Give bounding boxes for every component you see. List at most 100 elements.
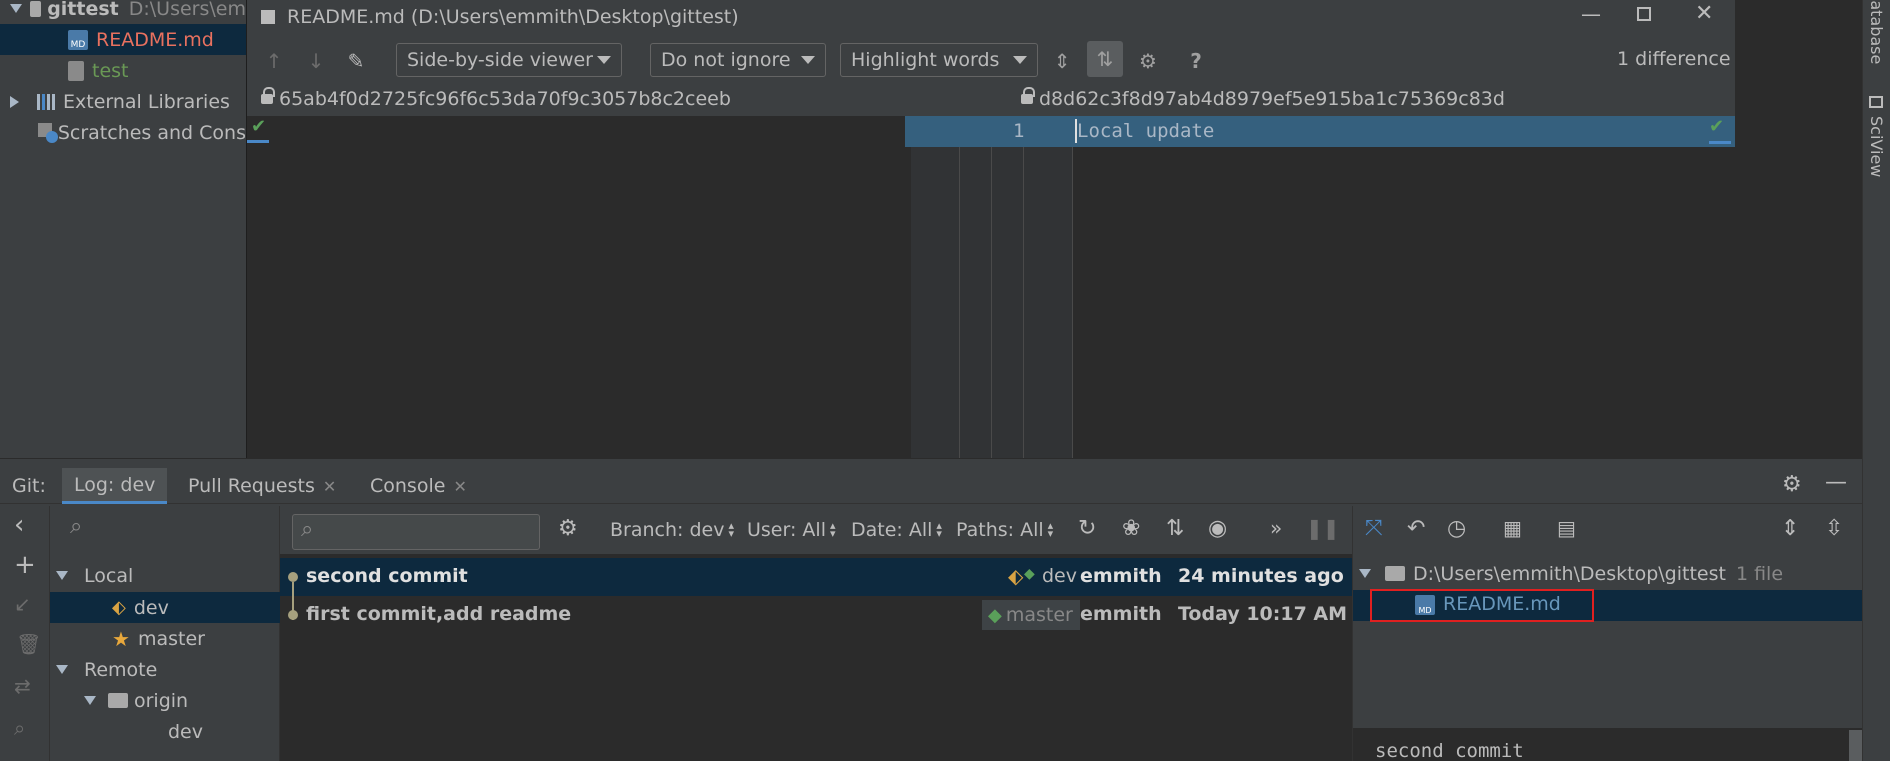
- collapse-all-icon[interactable]: ⇳: [1825, 516, 1843, 541]
- search-icon[interactable]: ⌕: [14, 716, 25, 740]
- diff-window-icon: [261, 10, 275, 24]
- checkout-icon[interactable]: ↙: [14, 592, 31, 616]
- chevron-down-icon: [1013, 56, 1027, 64]
- collapse-unchanged-icon[interactable]: ⇕: [1049, 48, 1075, 74]
- changes-root[interactable]: D:\Users\emmith\Desktop\gittest 1 file: [1353, 558, 1871, 589]
- minimize-icon[interactable]: —: [1581, 2, 1601, 26]
- commit-node-icon: [288, 610, 298, 620]
- merge-changes-icon[interactable]: ⤧: [1365, 516, 1383, 541]
- tree-external-libraries[interactable]: External Libraries: [0, 86, 246, 117]
- add-branch-icon[interactable]: +: [14, 550, 36, 580]
- compare-icon[interactable]: ⇄: [14, 674, 31, 698]
- commit-row[interactable]: second commit ⬖ ◆ dev emmith 24 minutes …: [280, 558, 1352, 620]
- branches-action-strip: ‹ + ↙ 🗑 ⇄ ⌕: [0, 506, 50, 761]
- folder-icon: [108, 693, 128, 708]
- remote-branch-dev[interactable]: dev: [50, 716, 280, 747]
- expand-all-icon[interactable]: ⇕: [1781, 516, 1799, 541]
- diff-toolbar: ↑ ↓ ✎ Side-by-side viewer Do not ignore …: [247, 34, 1735, 84]
- tag-icon: ◆: [988, 604, 1002, 626]
- right-editor-pane[interactable]: [1073, 116, 1735, 458]
- log-search-input[interactable]: ⌕: [292, 514, 540, 550]
- caret-marker: [247, 140, 269, 143]
- panel-splitter[interactable]: [0, 458, 1862, 468]
- help-icon[interactable]: ?: [1183, 48, 1209, 74]
- filter-label: Branch: dev: [610, 519, 725, 541]
- close-tab-icon[interactable]: ✕: [453, 477, 466, 496]
- expand-arrow-icon[interactable]: [10, 95, 19, 108]
- branch-group-remote[interactable]: Remote: [50, 654, 280, 685]
- more-actions-icon[interactable]: »: [1270, 516, 1282, 540]
- log-settings-gear-icon[interactable]: ⚙: [558, 516, 578, 541]
- expand-arrow-icon[interactable]: [56, 665, 68, 674]
- sort-icon[interactable]: ⇅: [1166, 516, 1184, 541]
- commit-row[interactable]: first commit,add readme ◆ master emmith …: [280, 596, 1352, 634]
- external-libraries-label: External Libraries: [63, 90, 230, 113]
- branch-filter[interactable]: Branch: dev ▴ ▾: [610, 519, 734, 541]
- tab-log-dev[interactable]: Log: dev: [62, 468, 168, 504]
- hide-panel-icon[interactable]: —: [1825, 470, 1847, 495]
- diff-added-line[interactable]: 1 Local update ✔: [905, 116, 1735, 147]
- branch-group-label: Remote: [84, 658, 158, 681]
- history-icon[interactable]: ◷: [1447, 516, 1466, 541]
- sciview-tool-button[interactable]: SciView: [1867, 116, 1886, 177]
- next-difference-icon[interactable]: ↓: [303, 48, 329, 74]
- expand-arrow-icon[interactable]: [56, 571, 68, 580]
- collapse-branches-icon[interactable]: ‹: [14, 510, 24, 540]
- expand-arrow-icon[interactable]: [84, 696, 96, 705]
- search-icon[interactable]: ⌕: [70, 514, 82, 539]
- tree-file-test[interactable]: test: [0, 55, 246, 86]
- settings-gear-icon[interactable]: ⚙: [1782, 472, 1802, 497]
- paths-filter[interactable]: Paths: All ▴ ▾: [956, 519, 1053, 541]
- diff-revisions-bar: 65ab4f0d2725fc96f6c53da70f9c3057b8c2ceeb…: [247, 84, 1735, 116]
- changed-file-name: README.md: [1443, 593, 1561, 615]
- ignore-select[interactable]: Do not ignore: [650, 43, 826, 77]
- viewer-select[interactable]: Side-by-side viewer: [396, 43, 622, 77]
- group-by-icon[interactable]: ▦: [1503, 516, 1522, 540]
- scrollbar[interactable]: [1849, 730, 1863, 761]
- branch-group-label: Local: [84, 564, 134, 587]
- delete-icon[interactable]: 🗑: [16, 632, 41, 656]
- tree-scratches[interactable]: Scratches and Cons: [0, 117, 246, 148]
- close-tab-icon[interactable]: ✕: [323, 477, 336, 496]
- lock-icon: [261, 87, 275, 104]
- tree-file-readme[interactable]: MD README.md: [0, 24, 246, 55]
- sync-scroll-icon[interactable]: ⇅: [1087, 41, 1123, 77]
- previous-difference-icon[interactable]: ↑: [261, 48, 287, 74]
- search-icon: ⌕: [301, 517, 314, 542]
- branch-item-master[interactable]: ★ master: [50, 623, 280, 654]
- settings-gear-icon[interactable]: ⚙: [1135, 48, 1161, 74]
- expand-arrow-icon[interactable]: [1359, 569, 1371, 578]
- database-tool-button[interactable]: Database: [1867, 0, 1886, 64]
- user-filter[interactable]: User: All ▴ ▾: [747, 519, 836, 541]
- right-tool-strip: Database SciView: [1862, 0, 1890, 761]
- pause-icon[interactable]: ❚❚: [1306, 516, 1340, 540]
- left-editor-pane[interactable]: ✔: [247, 116, 911, 458]
- date-filter[interactable]: Date: All ▴ ▾: [851, 519, 942, 541]
- scratches-icon: [38, 122, 58, 143]
- tab-label: Pull Requests: [188, 475, 315, 497]
- tab-console[interactable]: Console ✕: [370, 468, 467, 504]
- root-path: D:\Users\em: [128, 0, 246, 20]
- branch-item-dev[interactable]: ⬖ dev: [50, 592, 280, 623]
- tree-root[interactable]: gittest D:\Users\em: [0, 0, 246, 24]
- no-errors-check-icon: ✔: [251, 116, 267, 137]
- branch-group-local[interactable]: Local: [50, 560, 280, 591]
- edit-pencil-icon[interactable]: ✎: [343, 48, 369, 74]
- diff-splitter[interactable]: [911, 116, 919, 458]
- highlight-select[interactable]: Highlight words: [840, 43, 1038, 77]
- changed-file-row[interactable]: MD README.md: [1353, 589, 1871, 622]
- git-tabs-bar: Git: Log: dev Pull Requests ✕ Console ✕ …: [0, 468, 1870, 504]
- sort-arrows-icon: ▴ ▾: [936, 519, 942, 540]
- revert-icon[interactable]: ↶: [1407, 516, 1425, 541]
- remote-origin[interactable]: origin: [50, 685, 280, 716]
- cherry-pick-icon[interactable]: ❀: [1122, 516, 1140, 541]
- refresh-icon[interactable]: ↻: [1078, 516, 1096, 541]
- close-icon[interactable]: ✕: [1695, 1, 1713, 26]
- branches-tree: ⌕ Local ⬖ dev ★ master Remote origin dev: [50, 506, 280, 761]
- layout-icon[interactable]: ▤: [1557, 516, 1576, 540]
- tab-pull-requests[interactable]: Pull Requests ✕: [188, 468, 336, 504]
- eye-icon[interactable]: ◉: [1208, 516, 1227, 541]
- maximize-icon[interactable]: [1637, 7, 1651, 21]
- expand-arrow-icon[interactable]: [10, 4, 22, 13]
- commit-author: emmith: [1080, 565, 1162, 587]
